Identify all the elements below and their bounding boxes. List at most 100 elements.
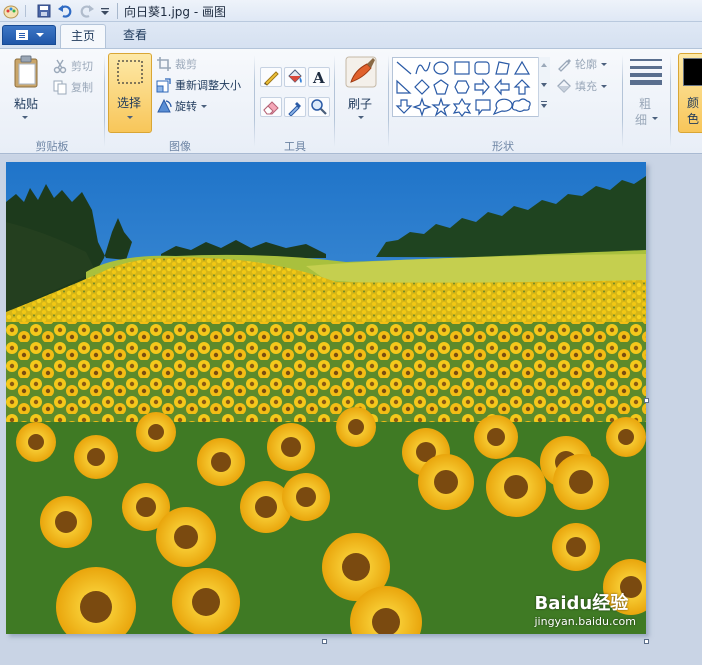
select-rectangle-icon bbox=[117, 60, 143, 84]
copy-icon bbox=[53, 80, 67, 95]
outline-dropdown-icon bbox=[601, 62, 607, 66]
customize-qat-icon[interactable] bbox=[99, 3, 111, 19]
outline-button[interactable]: 轮廓 bbox=[556, 55, 607, 73]
tab-view[interactable]: 查看 bbox=[112, 24, 158, 48]
cut-button[interactable]: 剪切 bbox=[52, 57, 93, 75]
paint-app-icon[interactable] bbox=[3, 3, 19, 19]
crop-button[interactable]: 裁剪 bbox=[156, 55, 197, 73]
resize-handle-bottom[interactable] bbox=[322, 639, 327, 644]
group-separator bbox=[670, 55, 671, 147]
canvas-image[interactable]: Baidu经验 jingyan.baidu.com bbox=[6, 162, 646, 634]
scroll-up-icon[interactable] bbox=[541, 63, 547, 67]
up-arrow-shape-icon bbox=[513, 79, 531, 95]
polygon-shape-icon bbox=[495, 61, 510, 75]
color-picker-tool[interactable] bbox=[284, 97, 306, 117]
group-separator bbox=[104, 55, 105, 147]
paste-button[interactable]: 粘贴 bbox=[6, 53, 46, 129]
resize-handle-corner[interactable] bbox=[644, 639, 649, 644]
size-button[interactable]: 粗 细 bbox=[626, 53, 666, 133]
eyedropper-icon bbox=[288, 102, 301, 117]
resize-icon bbox=[156, 78, 171, 93]
four-point-star-shape-icon bbox=[412, 97, 432, 117]
paint-menu-button[interactable] bbox=[2, 25, 56, 45]
chevron-down-icon bbox=[36, 33, 44, 37]
right-triangle-shape-icon bbox=[396, 79, 412, 94]
eraser-tool[interactable] bbox=[260, 97, 282, 117]
watermark-brand: Baidu经验 bbox=[534, 593, 629, 614]
brushes-dropdown-icon bbox=[358, 116, 364, 119]
rotate-dropdown-icon bbox=[201, 104, 207, 108]
eraser-icon bbox=[263, 101, 279, 115]
magnifier-tool[interactable] bbox=[308, 97, 330, 117]
undo-icon[interactable] bbox=[57, 3, 73, 19]
outline-label: 轮廓 bbox=[575, 58, 597, 71]
paint-bucket-icon bbox=[288, 69, 302, 83]
color1-label-line1: 颜 bbox=[687, 96, 700, 110]
copy-label: 复制 bbox=[71, 81, 93, 94]
five-point-star-shape-icon bbox=[431, 97, 451, 117]
hexagon-shape-icon bbox=[454, 80, 470, 94]
rotate-button[interactable]: 旋转 bbox=[156, 97, 207, 115]
pencil-tool[interactable] bbox=[260, 67, 282, 87]
canvas-workspace[interactable]: Baidu经验 jingyan.baidu.com bbox=[0, 155, 702, 665]
down-arrow-shape-icon bbox=[395, 99, 413, 114]
ribbon-tab-row: 主页 查看 bbox=[0, 22, 702, 48]
resize-label: 重新调整大小 bbox=[175, 79, 241, 92]
cloud-callout-shape-icon bbox=[511, 98, 531, 113]
rotate-label: 旋转 bbox=[175, 100, 197, 113]
size-dropdown-icon bbox=[652, 117, 658, 120]
shapes-gallery[interactable] bbox=[392, 57, 550, 117]
group-separator bbox=[388, 55, 389, 147]
magnifier-icon bbox=[311, 99, 327, 115]
paste-dropdown-icon bbox=[22, 116, 28, 119]
baidu-watermark: Baidu经验 jingyan.baidu.com bbox=[534, 589, 636, 628]
six-point-star-shape-icon bbox=[452, 97, 472, 117]
diamond-shape-icon bbox=[414, 79, 430, 95]
save-icon[interactable] bbox=[36, 3, 52, 19]
paste-icon bbox=[14, 55, 38, 88]
left-arrow-shape-icon bbox=[494, 78, 510, 96]
color1-swatch bbox=[683, 58, 702, 86]
rectangle-shape-icon bbox=[454, 61, 470, 75]
line-width-icon bbox=[630, 59, 662, 85]
text-tool[interactable]: A bbox=[308, 67, 330, 87]
qat-separator bbox=[25, 5, 26, 17]
size-label-line2: 细 bbox=[635, 113, 648, 127]
fill-tool[interactable] bbox=[284, 67, 306, 87]
rect-callout-shape-icon bbox=[475, 99, 491, 116]
color1-button[interactable]: 颜 色 bbox=[678, 53, 702, 133]
select-button[interactable]: 选择 bbox=[108, 53, 152, 133]
title-separator bbox=[117, 3, 118, 19]
paste-label: 粘贴 bbox=[14, 97, 39, 111]
scissors-icon bbox=[53, 59, 67, 74]
outline-brush-icon bbox=[558, 59, 571, 72]
brushes-label: 刷子 bbox=[348, 97, 373, 111]
paint-window: 向日葵1.jpg - 画图 主页 查看 粘贴 剪切 复制 剪贴板 选择 裁剪 重… bbox=[0, 0, 702, 665]
group-separator bbox=[254, 55, 255, 147]
brushes-button[interactable]: 刷子 bbox=[340, 53, 384, 129]
copy-button[interactable]: 复制 bbox=[52, 78, 93, 96]
pentagon-shape-icon bbox=[433, 79, 449, 95]
watermark-url: jingyan.baidu.com bbox=[534, 615, 636, 628]
scroll-down-icon[interactable] bbox=[541, 83, 547, 87]
gallery-expand-icon[interactable] bbox=[541, 104, 547, 108]
resize-button[interactable]: 重新调整大小 bbox=[156, 76, 241, 94]
svg-text:A: A bbox=[312, 69, 325, 86]
redo-icon[interactable] bbox=[79, 3, 95, 19]
oval-shape-icon bbox=[433, 61, 449, 75]
shapes-scrollbar[interactable] bbox=[538, 57, 550, 117]
oval-callout-shape-icon bbox=[492, 98, 513, 116]
curve-shape-icon bbox=[415, 61, 431, 75]
brush-icon bbox=[345, 56, 377, 88]
rounded-rectangle-shape-icon bbox=[474, 61, 490, 75]
window-title: 向日葵1.jpg - 画图 bbox=[124, 5, 226, 19]
size-label-line1: 粗 bbox=[639, 97, 652, 111]
tab-home[interactable]: 主页 bbox=[60, 24, 106, 48]
resize-handle-right[interactable] bbox=[644, 398, 649, 403]
color1-label-line2: 色 bbox=[687, 112, 700, 126]
document-icon bbox=[16, 30, 28, 40]
fill-button[interactable]: 填充 bbox=[556, 77, 607, 95]
fill-dropdown-icon bbox=[601, 84, 607, 88]
text-a-icon: A bbox=[312, 69, 325, 87]
sunflower-field-image bbox=[6, 162, 646, 634]
